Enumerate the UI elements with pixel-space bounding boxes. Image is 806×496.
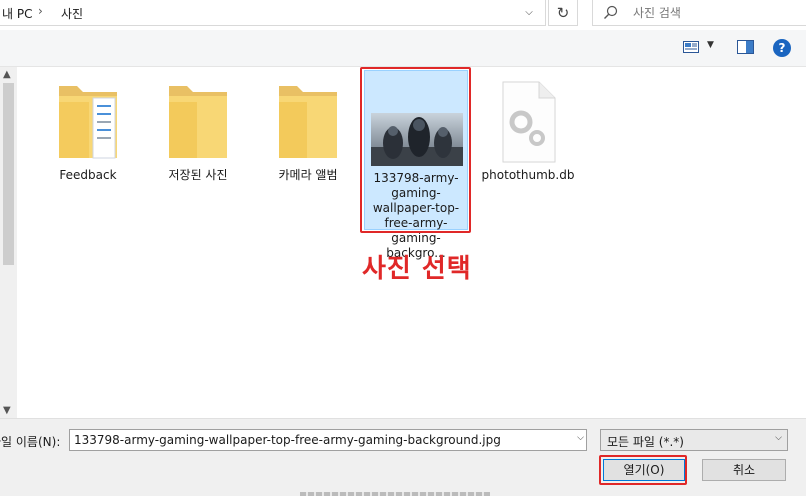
file-item-photothumb-db[interactable]: photothumb.db — [476, 80, 580, 183]
refresh-button[interactable]: ↻ — [548, 0, 578, 26]
item-label: Feedback — [59, 168, 117, 182]
folder-item-feedback[interactable]: Feedback — [36, 82, 140, 183]
breadcrumb-separator: › — [38, 4, 43, 18]
item-label: 카메라 앨범 — [278, 168, 338, 182]
open-button[interactable]: 열기(O) — [603, 459, 685, 481]
scroll-up-icon[interactable]: ▲ — [3, 69, 11, 80]
annotation-select-photo: 사진 선택 — [362, 254, 472, 284]
chevron-down-icon[interactable]: ⌵ — [519, 4, 539, 22]
folder-icon — [279, 86, 337, 158]
highlight-box-selected-file — [360, 67, 471, 233]
filetype-select[interactable]: 모든 파일 (*.*) ⌵ — [600, 429, 788, 451]
search-icon — [604, 5, 618, 19]
refresh-icon: ↻ — [556, 4, 570, 22]
preview-pane-icon[interactable] — [737, 39, 755, 55]
filename-label: 파일 이름(N): — [0, 435, 61, 449]
folder-item-camera-roll[interactable]: 카메라 앨범 — [256, 82, 360, 183]
dialog-footer: 파일 이름(N): 133798-army-gaming-wallpaper-t… — [0, 418, 806, 496]
filetype-value: 모든 파일 (*.*) — [607, 435, 684, 449]
filename-input[interactable]: 133798-army-gaming-wallpaper-top-free-ar… — [69, 429, 587, 451]
scrollbar-thumb[interactable] — [3, 83, 14, 265]
cropped-edge — [300, 492, 490, 496]
address-bar[interactable]: 내 PC › 사진 ⌵ — [0, 0, 546, 26]
view-icon[interactable] — [683, 40, 699, 54]
cancel-button[interactable]: 취소 — [702, 459, 786, 481]
filename-value: 133798-army-gaming-wallpaper-top-free-ar… — [74, 433, 501, 447]
folder-icon — [59, 86, 117, 159]
help-button[interactable]: ? — [773, 39, 791, 57]
vertical-scrollbar[interactable]: ▲ ▼ — [0, 67, 17, 418]
folder-item-saved-pictures[interactable]: 저장된 사진 — [146, 82, 250, 183]
breadcrumb-my-pc[interactable]: 내 PC — [2, 5, 32, 22]
gear-file-icon — [502, 81, 556, 163]
address-bar-row: 내 PC › 사진 ⌵ ↻ 사진 검색 — [0, 0, 806, 30]
breadcrumb-pictures[interactable]: 사진 — [61, 5, 83, 22]
item-label: 저장된 사진 — [168, 168, 228, 182]
scroll-down-icon[interactable]: ▼ — [3, 405, 11, 416]
item-label: photothumb.db — [481, 168, 575, 182]
view-options-dropdown-icon[interactable]: ▼ — [707, 40, 714, 50]
search-input[interactable]: 사진 검색 — [592, 0, 806, 26]
chevron-down-icon: ⌵ — [775, 433, 782, 443]
toolbar: ▼ ? — [0, 30, 806, 67]
folder-icon — [169, 86, 227, 158]
search-placeholder: 사진 검색 — [633, 6, 681, 20]
chevron-down-icon[interactable]: ⌵ — [577, 433, 584, 443]
